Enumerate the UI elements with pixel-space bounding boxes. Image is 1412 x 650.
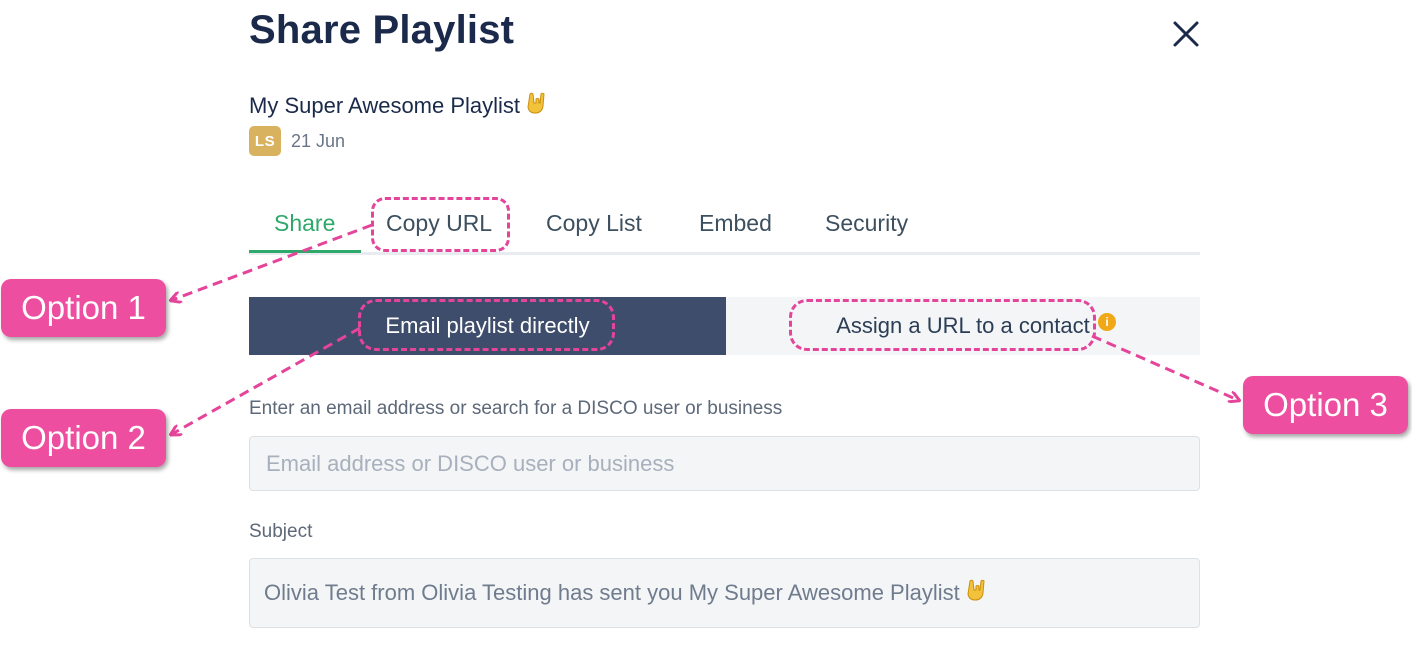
recipient-label: Enter an email address or search for a D… (249, 398, 783, 419)
option-2-callout: Option 2 (1, 409, 166, 467)
playlist-name: My Super Awesome Playlist (249, 91, 546, 121)
info-icon[interactable]: i (1098, 313, 1116, 331)
tab-embed[interactable]: Embed (699, 210, 772, 237)
tab-security[interactable]: Security (825, 210, 908, 237)
tab-share[interactable]: Share (274, 210, 335, 237)
option-1-callout: Option 1 (1, 279, 166, 337)
recipient-input[interactable] (249, 436, 1200, 491)
option-3-callout: Option 3 (1243, 376, 1408, 434)
playlist-date: 21 Jun (291, 130, 346, 151)
dialog-title: Share Playlist (249, 8, 515, 52)
email-playlist-button[interactable]: Email playlist directly (249, 297, 726, 355)
assign-url-button[interactable]: Assign a URL to a contact i (726, 297, 1200, 355)
assign-url-label: Assign a URL to a contact (836, 313, 1090, 338)
share-tabs: Share Copy URL Copy List Embed Security (249, 200, 1200, 255)
subject-value: Olivia Test from Olivia Testing has sent… (264, 580, 960, 605)
tab-copy-list[interactable]: Copy List (546, 210, 642, 237)
rock-hand-emoji-icon (526, 91, 546, 121)
share-mode-toggle: Email playlist directly Assign a URL to … (249, 297, 1200, 355)
tab-copy-url[interactable]: Copy URL (386, 210, 492, 237)
playlist-name-text: My Super Awesome Playlist (249, 93, 521, 118)
rock-hand-emoji-icon (966, 578, 986, 608)
subject-label: Subject (249, 521, 313, 542)
avatar[interactable]: LS (249, 126, 281, 156)
active-tab-indicator (249, 250, 361, 253)
playlist-meta: LS 21 Jun (249, 126, 345, 156)
close-icon (1173, 21, 1199, 47)
close-button[interactable] (1166, 14, 1206, 54)
subject-field[interactable]: Olivia Test from Olivia Testing has sent… (249, 558, 1200, 628)
